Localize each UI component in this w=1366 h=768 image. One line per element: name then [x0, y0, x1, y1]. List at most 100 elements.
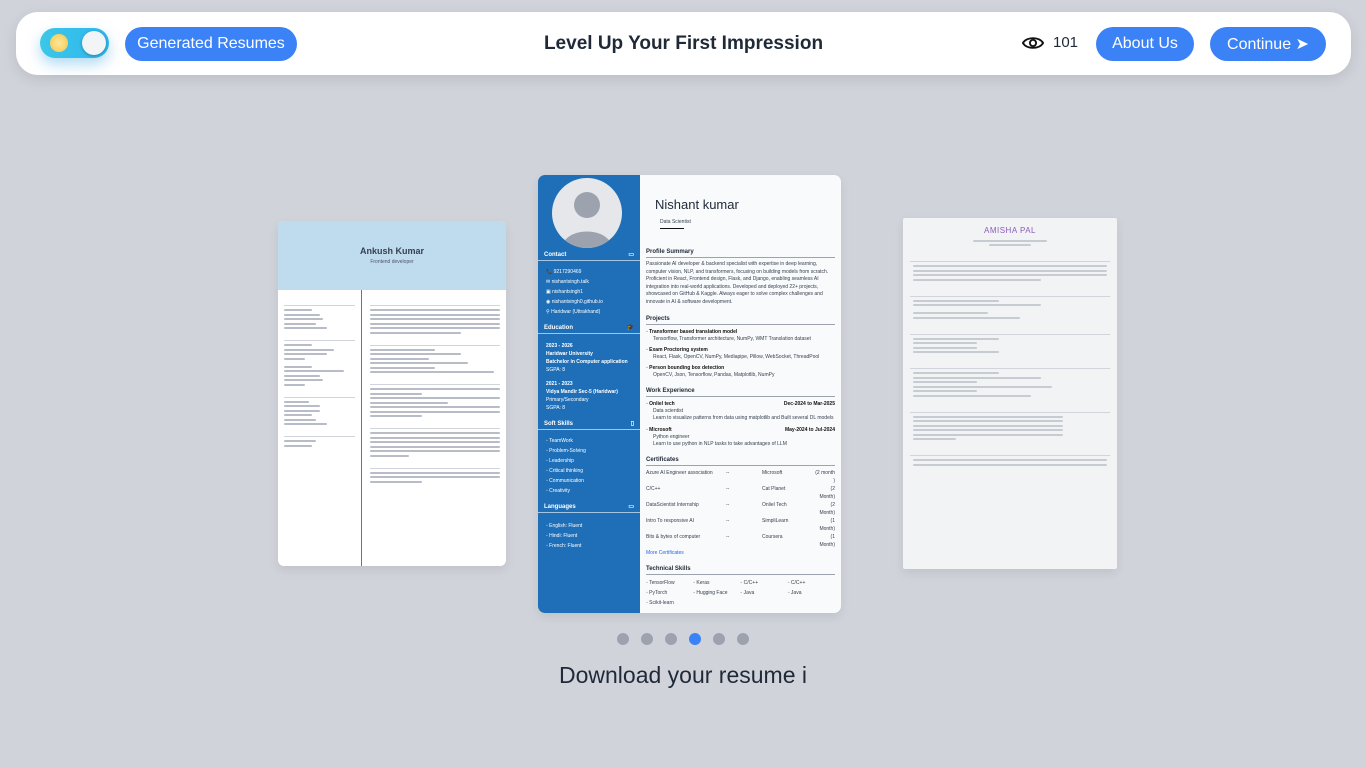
pagination-dot[interactable]	[689, 633, 701, 645]
contact-item: 📞 9217290469	[546, 269, 582, 275]
more-certificates-link[interactable]: More Certificates	[646, 549, 835, 557]
edu-score: SGPA: 8	[546, 405, 566, 411]
sidebar-section-education: Education 🎓	[538, 322, 640, 334]
book-icon: ▯	[630, 421, 634, 427]
project-name: ◦ Transformer based translation model	[646, 328, 738, 335]
graduation-cap-icon: 🎓	[626, 325, 634, 331]
tech-skill: ◦ C/C++	[740, 579, 759, 586]
section-rule	[370, 422, 500, 429]
tech-skill: ◦ Hugging Face	[693, 589, 728, 596]
summary-text: Passionate AI developer & backend specia…	[646, 261, 829, 305]
section-summary-title: Profile Summary	[646, 249, 835, 258]
section-rule	[284, 334, 355, 341]
project-tech: Tensorflow, Transformer architecture, Nu…	[653, 335, 811, 342]
section-rule	[284, 299, 355, 306]
work-role: Data scientist	[653, 407, 684, 414]
section-tech-skills-title: Technical Skills	[646, 566, 835, 575]
tech-skills-grid: ◦ TensorFlow ◦ Keras ◦ C/C++ ◦ C/C++ ◦ P…	[646, 578, 835, 608]
soft-skill: ◦ Problem-Solving	[546, 448, 586, 454]
pagination-dot[interactable]	[737, 633, 749, 645]
resume-left-column	[278, 290, 362, 566]
edu-degree: Batchelor in Computer application	[546, 359, 628, 365]
sidebar-section-contact: Contact ▭	[538, 249, 640, 261]
name-underline	[660, 228, 684, 229]
continue-button[interactable]: Continue ➤	[1210, 27, 1326, 61]
work-role: Python engineer	[653, 433, 690, 440]
contact-item: ⚲ Haridwar (Uttrakhand)	[546, 309, 601, 315]
section-projects-title: Projects	[646, 316, 835, 325]
edu-years: 2021 - 2023	[546, 381, 573, 387]
edu-school: Vidya Mandir Sec-5 (Haridwar)	[546, 389, 618, 395]
language-icon: ▭	[628, 504, 634, 510]
section-rule	[284, 391, 355, 398]
section-rule	[370, 299, 500, 306]
cert-row: C/C++ -- Cat Planet (2 Month)	[646, 485, 835, 500]
caption-text: Download your resume i	[558, 662, 807, 688]
edu-degree: Primary/Secondary	[546, 397, 589, 403]
section-work-title: Work Experience	[646, 388, 835, 397]
resume-right-column	[364, 290, 506, 566]
resume-name: Nishant kumar	[655, 197, 739, 212]
resume-card-left[interactable]: Ankush Kumar Frontend developer	[278, 221, 506, 566]
tech-skill: ◦ Keras	[693, 579, 710, 586]
resume-role: Frontend developer	[370, 259, 414, 265]
tech-skill: ◦ C/C++	[787, 579, 806, 586]
work-desc: Learn to visualize patterns from data us…	[653, 414, 834, 421]
language-item: ◦ Hindi: Fluent	[546, 533, 578, 539]
contact-item: ▣ nishantsingh1	[546, 289, 583, 295]
section-certificates-title: Certificates	[646, 457, 835, 466]
pagination-dot[interactable]	[713, 633, 725, 645]
resume-card-center[interactable]: Contact ▭ 📞 9217290469 ✉ nishantsingh.tal…	[538, 175, 841, 613]
cert-row: Intro To responsive AI -- SimpliLearn (1 Mo…	[646, 517, 835, 532]
work-desc: Learn to use python in NLP tasks to take…	[653, 440, 787, 447]
language-item: ◦ French: Fluent	[546, 543, 582, 549]
language-item: ◦ English: Fluent	[546, 523, 583, 529]
section-rule	[910, 328, 1110, 335]
resume-sidebar: Contact ▭ 📞 9217290469 ✉ nishantsingh.tal…	[538, 175, 640, 613]
pagination-dot[interactable]	[617, 633, 629, 645]
project-name: ◦ Person bounding box detection	[646, 364, 725, 371]
resume-header: Ankush Kumar Frontend developer	[278, 221, 506, 290]
soft-skill: ◦ TeamWork	[546, 438, 573, 444]
edu-score: SGPA: 8	[546, 367, 566, 373]
cert-row: DataScientist Internship -- Onliel Tech (2 …	[646, 501, 835, 516]
view-counter: 101	[1022, 34, 1078, 51]
edu-years: 2023 - 2026	[546, 343, 573, 349]
resume-card-right[interactable]: AMISHA PAL	[903, 218, 1117, 569]
section-rule	[910, 255, 1110, 262]
section-rule	[910, 449, 1110, 456]
project-name: ◦ Exam Proctoring system	[646, 346, 708, 353]
contact-icon: ▭	[628, 252, 634, 258]
cert-row: Azure AI Engineer association -- Microsoft…	[646, 469, 835, 484]
sidebar-section-soft-skills: Soft Skills ▯	[538, 418, 640, 430]
profile-photo	[552, 178, 622, 248]
work-row: ◦ Microsoft May-2024 to Jul-2024	[646, 426, 835, 433]
edu-school: Haridwar University	[546, 351, 593, 357]
section-rule	[370, 378, 500, 385]
eye-icon	[1022, 36, 1044, 49]
section-rule	[910, 290, 1110, 297]
contact-item: ✉ nishantsingh.talk	[546, 279, 589, 285]
about-us-button[interactable]: About Us	[1096, 27, 1194, 61]
resume-name: Ankush Kumar	[359, 246, 424, 256]
soft-skill: ◦ Creativity	[546, 488, 571, 494]
project-tech: OpenCV, Json, Tensorflow, Pandas, Matplo…	[653, 371, 775, 378]
resume-main: Nishant kumar Data Scientist Profile Sum…	[640, 175, 841, 613]
work-row: ◦ Onliel tech Dec-2024 to Mar-2025	[646, 400, 835, 407]
section-rule	[910, 362, 1110, 369]
section-rule	[284, 430, 355, 437]
tech-skill: ◦ Java	[740, 589, 755, 596]
tech-skill: ◦ Scikit-learn	[646, 599, 674, 606]
tech-skill: ◦ Java	[787, 589, 802, 596]
resume-name: AMISHA PAL	[984, 226, 1036, 235]
soft-skill: ◦ Leadership	[546, 458, 574, 464]
soft-skill: ◦ Communication	[546, 478, 584, 484]
cert-row: Bits & bytes of computer -- Coursera (1 Mon…	[646, 533, 835, 548]
section-rule	[370, 462, 500, 469]
pagination-dot[interactable]	[641, 633, 653, 645]
carousel-pagination	[617, 633, 749, 645]
tech-skill: ◦ TensorFlow	[646, 579, 675, 586]
pagination-dot[interactable]	[665, 633, 677, 645]
project-tech: React, Flask, OpenCV, NumPy, Mediapipe, …	[653, 353, 820, 360]
resume-role: Data Scientist	[660, 219, 691, 225]
